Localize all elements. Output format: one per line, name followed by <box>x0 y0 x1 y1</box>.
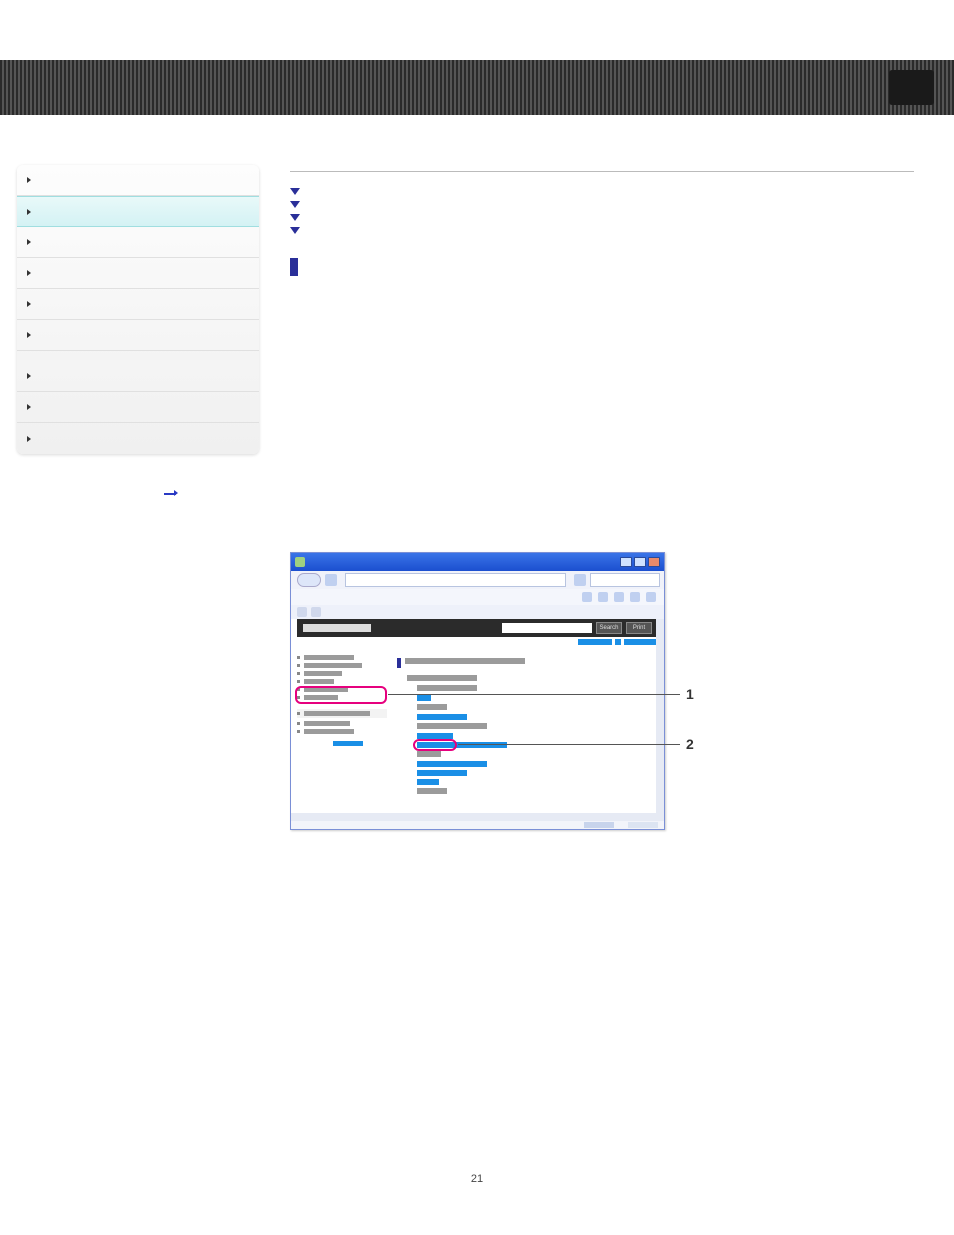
page-menu-icon <box>630 592 640 602</box>
window-app-icon <box>295 557 305 567</box>
caret-icon <box>27 270 31 276</box>
step-marker-icon <box>290 258 298 276</box>
main-content <box>290 165 914 282</box>
home-icon <box>582 592 592 602</box>
caret-icon <box>27 404 31 410</box>
sub-topic-list <box>290 188 914 234</box>
caret-icon <box>27 239 31 245</box>
caret-icon <box>27 436 31 442</box>
browser-window-mock: Search Print <box>290 552 665 830</box>
sublink <box>578 639 612 645</box>
screenshot-figure: Search Print <box>290 552 705 830</box>
browser-command-bar <box>291 589 664 605</box>
triangle-down-icon <box>290 188 300 195</box>
zoom-indicator <box>628 822 658 828</box>
callout-label-1: 1 <box>686 686 694 702</box>
page-header-band: Search Print <box>297 619 658 637</box>
callout-label-2: 2 <box>686 736 694 752</box>
window-titlebar <box>291 553 664 571</box>
page-main-area <box>397 655 658 798</box>
back-forward-icon <box>297 573 321 587</box>
header-badge <box>889 70 934 105</box>
sidebar-item-3[interactable] <box>17 258 259 289</box>
leader-line-1 <box>388 694 680 695</box>
sidebar-item-7[interactable] <box>17 392 259 423</box>
horizontal-rule <box>290 171 914 172</box>
triangle-down-icon <box>290 201 300 208</box>
page-sublinks <box>578 639 658 645</box>
sidebar-item-2[interactable] <box>17 227 259 258</box>
search-box <box>590 573 660 587</box>
sublink <box>615 639 621 645</box>
sidebar-item-8[interactable] <box>17 423 259 454</box>
sidebar-item-5[interactable] <box>17 320 259 351</box>
nav-item-highlight <box>297 709 387 718</box>
arrow-right-icon <box>164 491 178 497</box>
section-marker-icon <box>397 658 401 668</box>
sidebar-item-6[interactable] <box>17 361 259 392</box>
caret-icon <box>27 301 31 307</box>
caret-icon <box>27 332 31 338</box>
page-number: 21 <box>0 1173 954 1185</box>
sidebar-nav <box>17 165 259 454</box>
step-1 <box>290 258 914 276</box>
sub-topic-0[interactable] <box>290 188 914 195</box>
page-icon <box>325 574 337 586</box>
sublink <box>624 639 658 645</box>
header-pattern-band <box>0 60 954 115</box>
triangle-down-icon <box>290 214 300 221</box>
refresh-icon <box>574 574 586 586</box>
sidebar-item-1-active[interactable] <box>17 196 259 227</box>
feed-icon <box>598 592 608 602</box>
zone-indicator <box>584 822 614 828</box>
minimize-icon <box>620 557 632 567</box>
caret-icon <box>27 373 31 379</box>
browser-tabs <box>291 605 664 619</box>
favorites-icon <box>297 607 307 617</box>
caret-icon <box>27 177 31 183</box>
print-icon <box>614 592 624 602</box>
sidebar-arrow-link[interactable] <box>160 486 178 500</box>
print-button: Print <box>626 622 652 634</box>
page-content-area: Search Print <box>297 619 658 813</box>
sub-topic-1[interactable] <box>290 201 914 208</box>
sidebar-item-0[interactable] <box>17 165 259 196</box>
callout-highlight-2 <box>413 739 457 751</box>
browser-nav-toolbar <box>291 571 664 589</box>
triangle-down-icon <box>290 227 300 234</box>
tools-icon <box>646 592 656 602</box>
tab-icon <box>311 607 321 617</box>
sidebar-item-4[interactable] <box>17 289 259 320</box>
sub-topic-2[interactable] <box>290 214 914 221</box>
maximize-icon <box>634 557 646 567</box>
caret-icon <box>27 209 31 215</box>
leader-line-2 <box>458 744 680 745</box>
search-button: Search <box>596 622 622 634</box>
address-bar <box>345 573 566 587</box>
close-icon <box>648 557 660 567</box>
scrollbar-vertical <box>656 619 664 813</box>
page-search-input <box>502 623 592 633</box>
status-bar <box>291 821 664 829</box>
sub-topic-3[interactable] <box>290 227 914 234</box>
window-buttons <box>620 557 660 567</box>
scrollbar-horizontal <box>291 813 664 821</box>
page-logo-placeholder <box>303 624 371 632</box>
callout-highlight-1 <box>295 686 387 704</box>
sidebar-spacer <box>17 351 259 361</box>
